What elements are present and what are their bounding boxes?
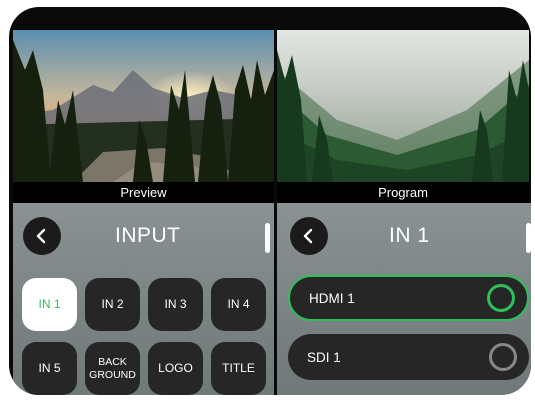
input-button-in5[interactable]: IN 5	[22, 342, 77, 395]
input-back-button[interactable]	[23, 217, 61, 255]
source-panel-title: IN 1	[389, 224, 430, 247]
input-button-in4[interactable]: IN 4	[211, 278, 266, 331]
input-button-background[interactable]: BACK GROUND	[85, 342, 140, 395]
input-button-logo[interactable]: LOGO	[148, 342, 203, 395]
input-scrollbar[interactable]	[265, 223, 270, 253]
chevron-left-icon	[36, 228, 46, 244]
input-button-in3[interactable]: IN 3	[148, 278, 203, 331]
input-panel-title: INPUT	[115, 224, 181, 247]
source-panel: IN 1 HDMI 1 SDI 1	[277, 203, 531, 395]
radio-selected-icon	[487, 284, 515, 312]
input-grid: IN 1 IN 2 IN 3 IN 4 IN 5 BACK GROUND LOG…	[22, 278, 272, 395]
switcher-device: Preview Program INPUT IN 1 IN 2 IN 3 IN …	[9, 7, 531, 395]
source-option-label: HDMI 1	[309, 290, 355, 306]
preview-label: Preview	[120, 185, 167, 200]
source-option-sdi1[interactable]: SDI 1	[288, 334, 529, 380]
input-button-in2[interactable]: IN 2	[85, 278, 140, 331]
input-panel: INPUT IN 1 IN 2 IN 3 IN 4 IN 5 BACK GROU…	[13, 203, 274, 395]
input-button-in1[interactable]: IN 1	[22, 278, 77, 331]
source-back-button[interactable]	[290, 217, 328, 255]
chevron-left-icon	[303, 228, 313, 244]
program-monitor[interactable]: Program	[277, 30, 529, 203]
source-option-label: SDI 1	[307, 349, 341, 365]
preview-monitor[interactable]: Preview	[13, 30, 274, 203]
source-scrollbar[interactable]	[526, 223, 531, 253]
preview-thumbnail	[13, 30, 274, 182]
program-thumbnail	[277, 30, 529, 182]
source-option-hdmi1[interactable]: HDMI 1	[288, 275, 529, 321]
program-label: Program	[378, 185, 428, 200]
radio-unselected-icon	[489, 343, 517, 371]
input-button-title[interactable]: TITLE	[211, 342, 266, 395]
